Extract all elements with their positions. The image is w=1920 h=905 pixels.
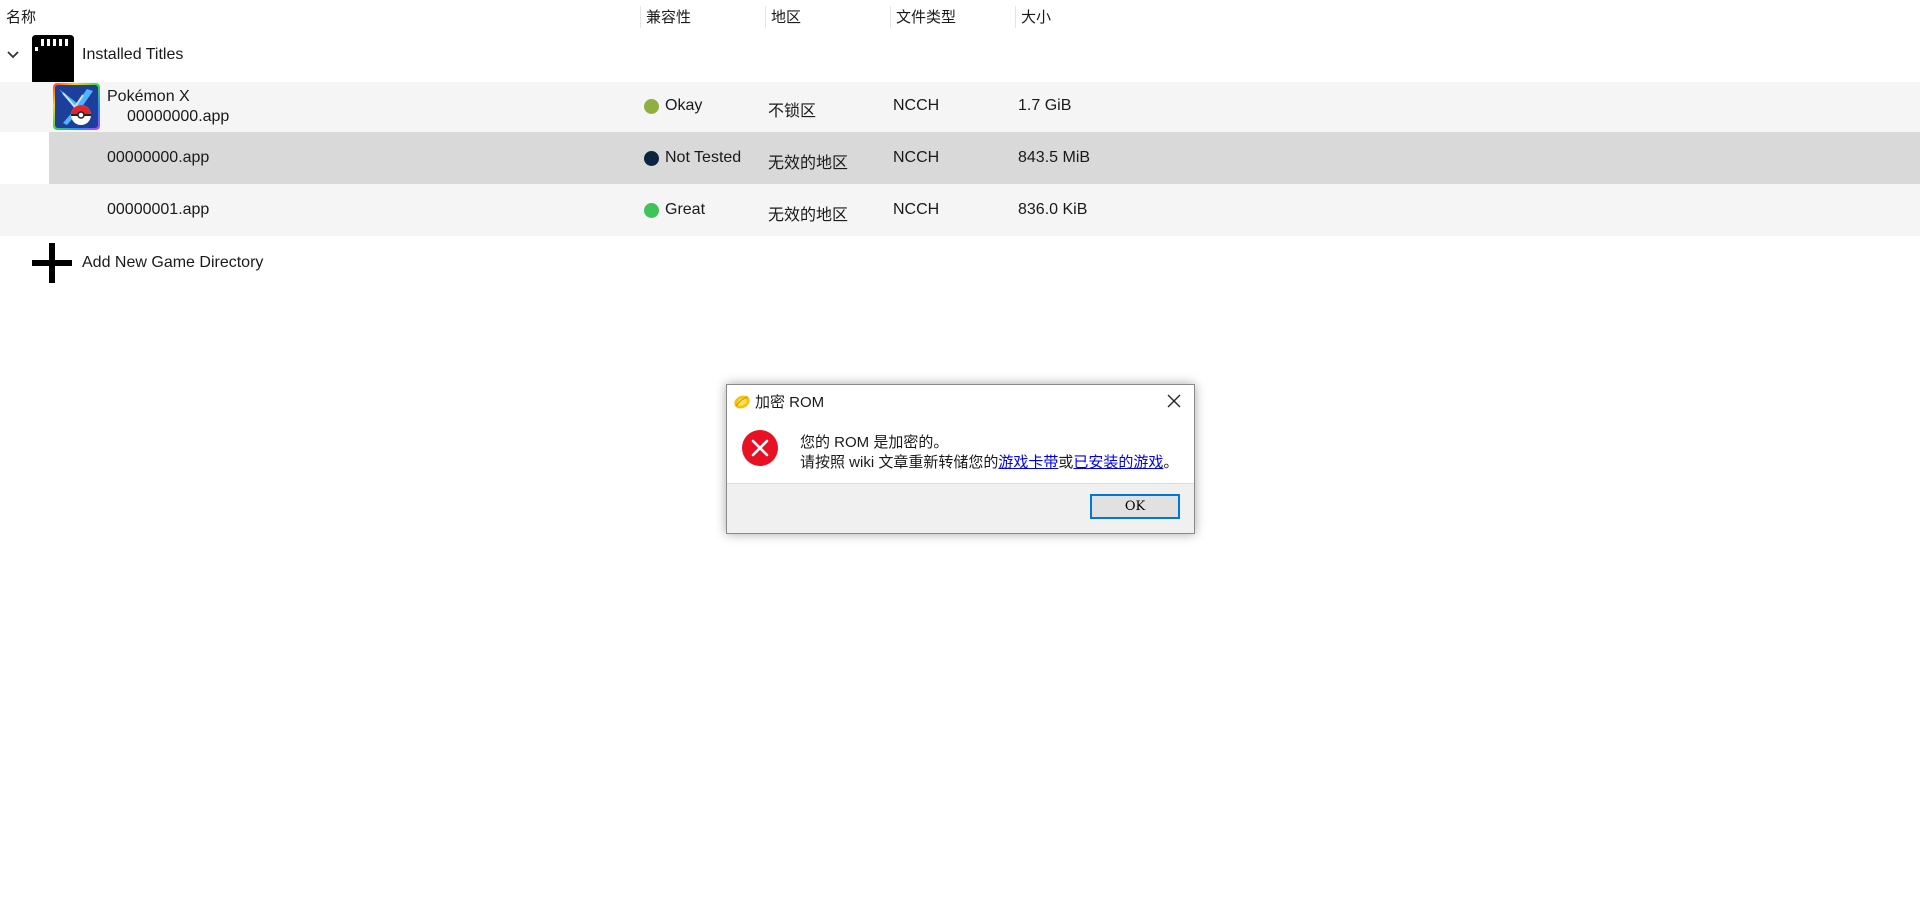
- dialog-message-line2: 请按照 wiki 文章重新转储您的游戏卡带或已安装的游戏。: [800, 451, 1178, 472]
- ok-button[interactable]: OK: [1090, 494, 1180, 519]
- region-label: 无效的地区: [768, 207, 849, 224]
- dialog-message-middle: 或: [1058, 454, 1074, 471]
- column-header-region[interactable]: 地区: [765, 6, 890, 28]
- compat-status-dot: [644, 151, 659, 166]
- game-row-00000001-app[interactable]: 00000001.app Great 无效的地区 NCCH 836.0 KiB: [0, 184, 1920, 236]
- citra-app-icon: [734, 395, 750, 409]
- chevron-down-icon[interactable]: [4, 46, 22, 64]
- plus-icon: [32, 243, 72, 283]
- add-game-directory-label: Add New Game Directory: [82, 254, 264, 271]
- game-title: 00000001.app: [107, 201, 210, 218]
- game-title: 00000000.app: [107, 149, 210, 166]
- error-icon: [742, 430, 778, 466]
- filetype-label: NCCH: [893, 149, 940, 166]
- game-row-00000000-app[interactable]: 00000000.app Not Tested 无效的地区 NCCH 843.5…: [49, 132, 1920, 184]
- dialog-message-prefix: 请按照 wiki 文章重新转储您的: [800, 454, 999, 471]
- game-list-window: 名称 兼容性 地区 文件类型 大小 Installed Titles Pokém…: [0, 0, 1920, 905]
- region-label: 不锁区: [768, 103, 817, 120]
- filetype-label: NCCH: [893, 201, 940, 218]
- column-header: 名称 兼容性 地区 文件类型 大小: [0, 0, 1920, 30]
- dialog-message-line1: 您的 ROM 是加密的。: [800, 434, 949, 451]
- dialog-button-bar: OK: [727, 483, 1194, 533]
- compat-label: Great: [665, 201, 706, 218]
- game-row-pokemon-x[interactable]: Pokémon X 00000000.app Okay 不锁区 NCCH 1.7…: [0, 82, 1920, 132]
- region-label: 无效的地区: [768, 155, 849, 172]
- column-header-name[interactable]: 名称: [0, 6, 640, 28]
- dialog-title-bar[interactable]: 加密 ROM: [727, 385, 1194, 417]
- size-label: 843.5 MiB: [1018, 149, 1091, 166]
- group-row-installed-titles[interactable]: Installed Titles: [0, 30, 1920, 85]
- pokemon-x-game-icon: [53, 83, 100, 130]
- compat-status-dot: [644, 203, 659, 218]
- encrypted-rom-dialog: 加密 ROM 您的 ROM 是加密的。 请按照 wiki 文章重新转储您的游戏卡…: [726, 384, 1195, 534]
- sd-card-icon: [32, 35, 74, 85]
- close-icon[interactable]: [1164, 391, 1184, 411]
- filetype-label: NCCH: [893, 97, 940, 114]
- column-header-filetype[interactable]: 文件类型: [890, 6, 1015, 28]
- size-label: 1.7 GiB: [1018, 97, 1072, 114]
- group-label: Installed Titles: [82, 46, 184, 63]
- column-header-compat[interactable]: 兼容性: [640, 6, 765, 28]
- dialog-title: 加密 ROM: [755, 394, 825, 411]
- game-title: Pokémon X: [107, 88, 190, 105]
- compat-label: Not Tested: [665, 149, 742, 166]
- column-header-size[interactable]: 大小: [1015, 6, 1140, 28]
- dialog-message-suffix: 。: [1163, 454, 1179, 471]
- installed-titles-link[interactable]: 已安装的游戏: [1073, 454, 1163, 471]
- compat-status-dot: [644, 99, 659, 114]
- add-game-directory-row[interactable]: Add New Game Directory: [0, 236, 1920, 288]
- game-cartridge-link[interactable]: 游戏卡带: [998, 454, 1058, 471]
- size-label: 836.0 KiB: [1018, 201, 1088, 218]
- game-subtitle: 00000000.app: [127, 108, 230, 125]
- compat-label: Okay: [665, 97, 703, 114]
